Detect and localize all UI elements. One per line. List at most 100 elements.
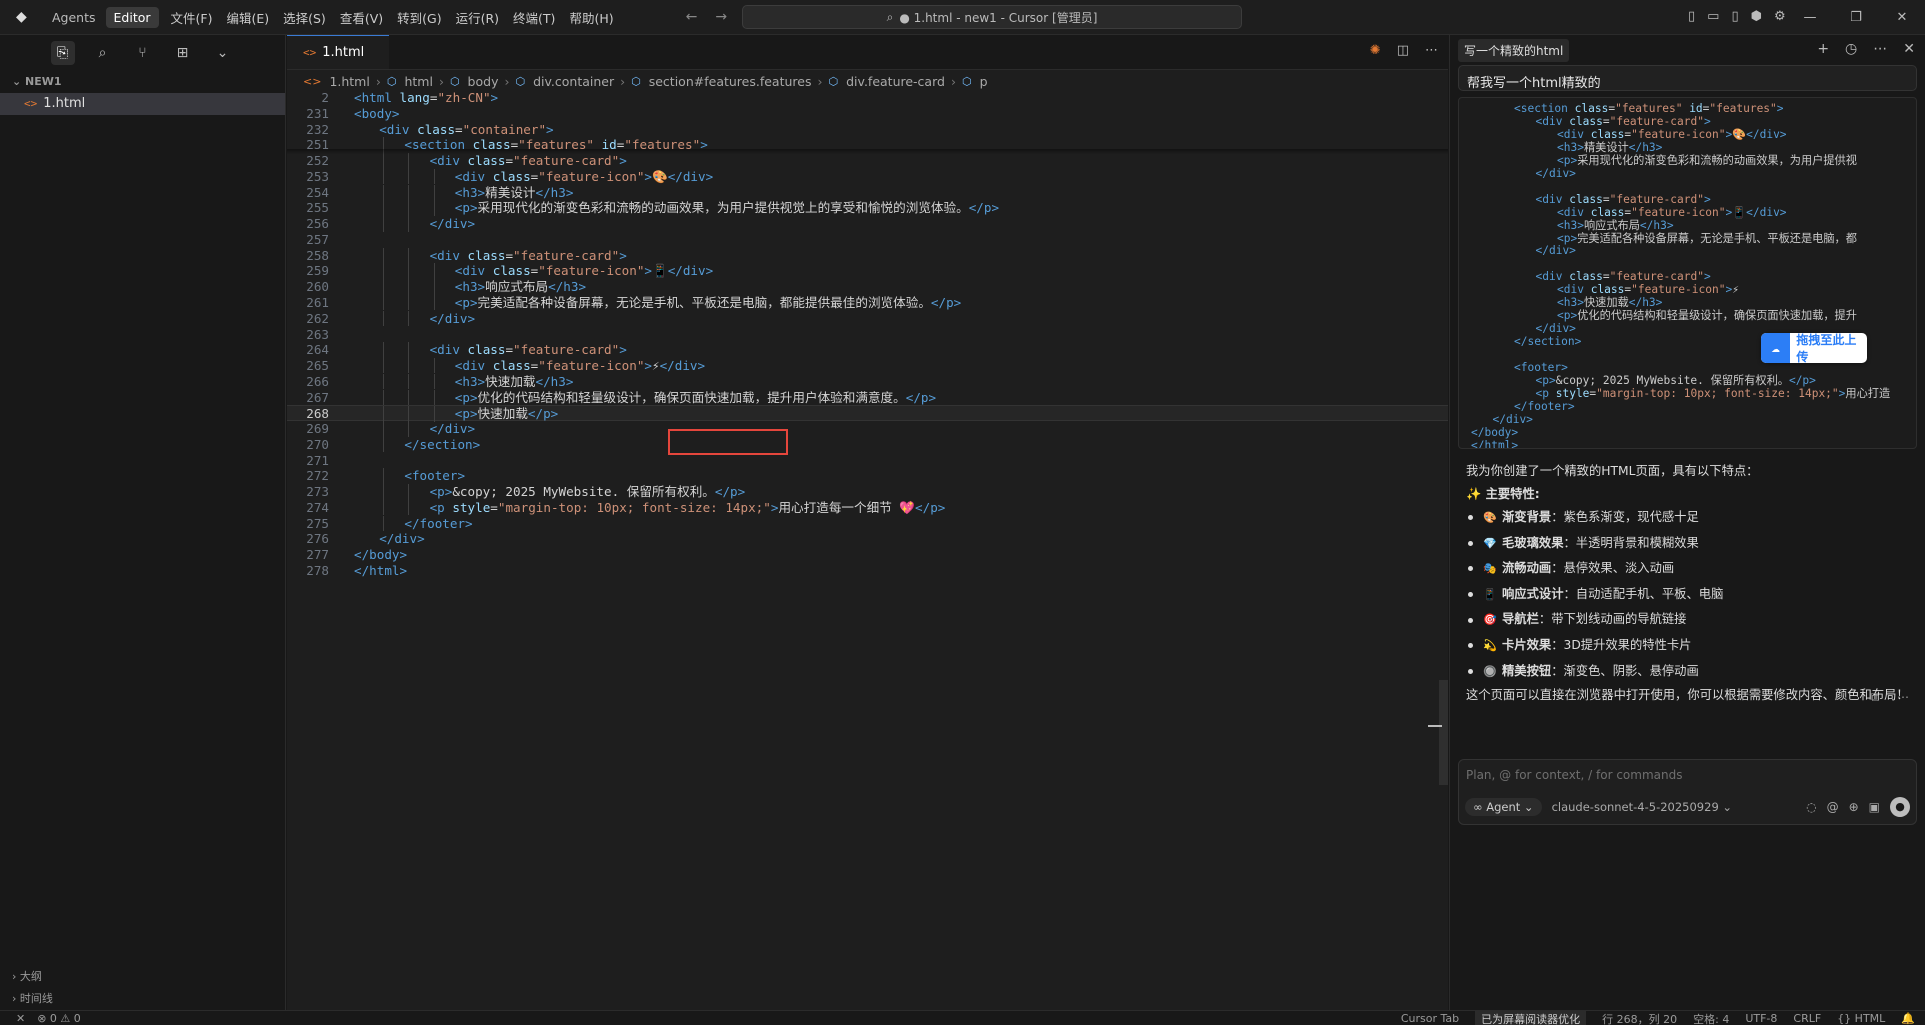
back-arrow-icon[interactable]: ← xyxy=(686,9,698,25)
history-clock-icon[interactable]: ◷ xyxy=(1845,41,1857,57)
indentation-status[interactable]: 空格: 4 xyxy=(1693,1011,1729,1025)
breadcrumb-item[interactable]: p xyxy=(980,74,988,89)
sparkle-icon[interactable]: ✺ xyxy=(1370,43,1381,58)
problems-status[interactable]: ⊗ 0 ⚠ 0 xyxy=(37,1012,81,1025)
code-line[interactable]: 265 <div class="feature-icon">⚡</div> xyxy=(287,358,1448,374)
breadcrumb-item[interactable]: 1.html xyxy=(329,74,369,89)
tab-1-html[interactable]: <> 1.html xyxy=(287,35,389,69)
code-line[interactable]: 256 </div> xyxy=(287,216,1448,232)
source-control-icon[interactable]: ⑂ xyxy=(131,41,155,65)
code-editor[interactable]: 2 <html lang="zh-CN"> 231 <body> 232 <div cla… xyxy=(287,90,1448,1010)
code-line[interactable]: 258 <div class="feature-card"> xyxy=(287,247,1448,264)
code-line[interactable]: 268 <p>快速加载</p> xyxy=(287,405,1448,422)
code-line[interactable]: 252 <div class="feature-card"> xyxy=(287,153,1448,169)
close-icon[interactable]: ✕ xyxy=(1903,41,1915,57)
code-line[interactable]: 272 <footer> xyxy=(287,468,1448,484)
extensions-icon[interactable]: ⬢ xyxy=(1751,9,1762,24)
menu-selection[interactable]: 选择(S) xyxy=(277,5,332,30)
encoding-status[interactable]: UTF-8 xyxy=(1745,1012,1777,1025)
menu-view[interactable]: 查看(V) xyxy=(334,5,389,30)
code-line[interactable]: 262 </div> xyxy=(287,310,1448,327)
upload-drop-button[interactable]: ☁ 拖拽至此上传 xyxy=(1761,333,1867,364)
code-line[interactable]: 278 </html> xyxy=(287,563,1448,579)
breadcrumb-item[interactable]: body xyxy=(468,74,499,89)
code-line[interactable]: 269 </div> xyxy=(287,421,1448,437)
breadcrumb-item[interactable]: html xyxy=(404,74,432,89)
code-line[interactable]: 274 <p style="margin-top: 10px; font-size… xyxy=(287,499,1448,516)
code-line[interactable]: 255 <p>采用现代化的渐变色彩和流畅的动画效果，为用户提供视觉上的享受和愉悦的… xyxy=(287,200,1448,216)
search-icon[interactable]: ⌕ xyxy=(91,41,115,65)
code-line[interactable]: 270 </section> xyxy=(287,436,1448,453)
code-line[interactable]: 267 <p>优化的代码结构和轻量级设计，确保页面快速加载，提升用户体验和满意度。… xyxy=(287,389,1448,406)
image-icon[interactable]: ▣ xyxy=(1869,800,1880,814)
cursor-tab-status[interactable]: Cursor Tab xyxy=(1401,1012,1459,1025)
minimize-icon[interactable]: — xyxy=(1787,0,1833,35)
forward-arrow-icon[interactable]: → xyxy=(715,9,727,25)
close-icon[interactable]: ✕ xyxy=(1879,0,1925,35)
breadcrumb-item[interactable]: section#features.features xyxy=(649,74,812,89)
command-center[interactable]: ⌕ ● 1.html - new1 - Cursor [管理员] xyxy=(742,5,1242,29)
timeline-section[interactable]: › 时间线 xyxy=(0,988,285,1010)
restore-icon[interactable]: ❐ xyxy=(1833,0,1879,35)
scrollbar-thumb[interactable] xyxy=(1439,680,1448,785)
more-actions-icon[interactable]: ⋯ xyxy=(1873,41,1887,57)
remote-icon[interactable]: ✕ xyxy=(16,1012,25,1025)
code-line[interactable]: 2 <html lang="zh-CN"> xyxy=(287,90,1448,106)
breadcrumb-item[interactable]: div.feature-card xyxy=(846,74,945,89)
code-line[interactable]: 266 <h3>快速加载</h3> xyxy=(287,373,1448,390)
language-mode-status[interactable]: {} HTML xyxy=(1837,1012,1885,1025)
settings-gear-icon[interactable]: ⚙ xyxy=(1774,9,1786,24)
explorer-files-icon[interactable]: ⎘ xyxy=(50,41,75,65)
code-line[interactable]: 277 </body> xyxy=(287,547,1448,563)
model-selector[interactable]: claude-sonnet-4-5-20250929 ⌄ xyxy=(1552,800,1732,814)
eol-status[interactable]: CRLF xyxy=(1793,1012,1821,1025)
code-line[interactable]: 273 <p>&copy; 2025 MyWebsite. 保留所有权利。</p> xyxy=(287,484,1448,500)
notifications-bell-icon[interactable]: 🔔 xyxy=(1901,1012,1915,1025)
copy-icon[interactable]: ⧉ xyxy=(1870,690,1879,705)
screen-reader-status[interactable]: 已为屏幕阅读器优化 xyxy=(1475,1010,1587,1025)
agents-mode-button[interactable]: Agents xyxy=(44,7,104,28)
code-line[interactable]: 276 </div> xyxy=(287,531,1448,547)
menu-go[interactable]: 转到(G) xyxy=(391,5,447,30)
code-line[interactable]: 257 xyxy=(287,232,1448,248)
menu-help[interactable]: 帮助(H) xyxy=(563,5,619,30)
code-line[interactable]: 259 <div class="feature-icon">📱</div> xyxy=(287,263,1448,279)
menu-terminal[interactable]: 终端(T) xyxy=(507,5,561,30)
workspace-folder-header[interactable]: ⌄ NEW1 xyxy=(0,71,285,93)
split-editor-icon[interactable]: ◫ xyxy=(1397,43,1409,58)
more-actions-icon[interactable]: ⋯ xyxy=(1897,690,1909,705)
code-line[interactable]: 271 xyxy=(287,453,1448,469)
user-message[interactable]: 帮我写一个html精致的 xyxy=(1458,65,1917,91)
chevron-down-icon[interactable]: ⌄ xyxy=(211,41,235,65)
menu-edit[interactable]: 编辑(E) xyxy=(220,5,275,30)
file-tree-item[interactable]: <> 1.html xyxy=(0,93,285,115)
globe-icon[interactable]: ⊕ xyxy=(1849,800,1859,814)
code-line[interactable]: 275 </footer> xyxy=(287,515,1448,532)
new-chat-plus-icon[interactable]: + xyxy=(1817,41,1829,57)
code-line[interactable]: 260 <h3>响应式布局</h3> xyxy=(287,279,1448,295)
breadcrumb-item[interactable]: div.container xyxy=(533,74,614,89)
toggle-sidebar-icon[interactable]: ▯ xyxy=(1688,9,1695,24)
editor-mode-button[interactable]: Editor xyxy=(105,6,159,28)
microphone-icon[interactable]: ● xyxy=(1890,797,1910,817)
menu-run[interactable]: 运行(R) xyxy=(450,5,505,30)
more-actions-icon[interactable]: ⋯ xyxy=(1425,43,1438,58)
chat-composer[interactable]: Plan, @ for context, / for commands ∞ Ag… xyxy=(1458,759,1917,825)
outline-section[interactable]: › 大纲 xyxy=(0,966,285,988)
code-line[interactable]: 263 xyxy=(287,327,1448,343)
toggle-auxbar-icon[interactable]: ▯ xyxy=(1731,9,1738,24)
extensions-grid-icon[interactable]: ⊞ xyxy=(171,41,195,65)
code-line[interactable]: 264 <div class="feature-card"> xyxy=(287,342,1448,358)
menu-file[interactable]: 文件(F) xyxy=(165,5,219,30)
code-line[interactable]: 231 <body> xyxy=(287,106,1448,122)
code-line[interactable]: 261 <p>完美适配各种设备屏幕，无论是手机、平板还是电脑，都能提供最佳的浏览体… xyxy=(287,294,1448,311)
code-line[interactable]: 232 <div class="container"> xyxy=(287,122,1448,138)
code-line[interactable]: 254 <h3>精美设计</h3> xyxy=(287,184,1448,201)
code-line[interactable]: 253 <div class="feature-icon">🎨</div> xyxy=(287,168,1448,185)
chat-tab-title[interactable]: 写一个精致的html xyxy=(1458,38,1570,62)
response-code-block[interactable]: </html> </body> </div> </footer> <p style="m… xyxy=(1458,97,1917,449)
cursor-position-status[interactable]: 行 268，列 20 xyxy=(1602,1011,1677,1025)
mention-at-icon[interactable]: @ xyxy=(1827,800,1839,814)
composer-input[interactable]: Plan, @ for context, / for commands xyxy=(1466,768,1682,782)
agent-mode-dropdown[interactable]: ∞ Agent ⌄ xyxy=(1465,798,1542,816)
